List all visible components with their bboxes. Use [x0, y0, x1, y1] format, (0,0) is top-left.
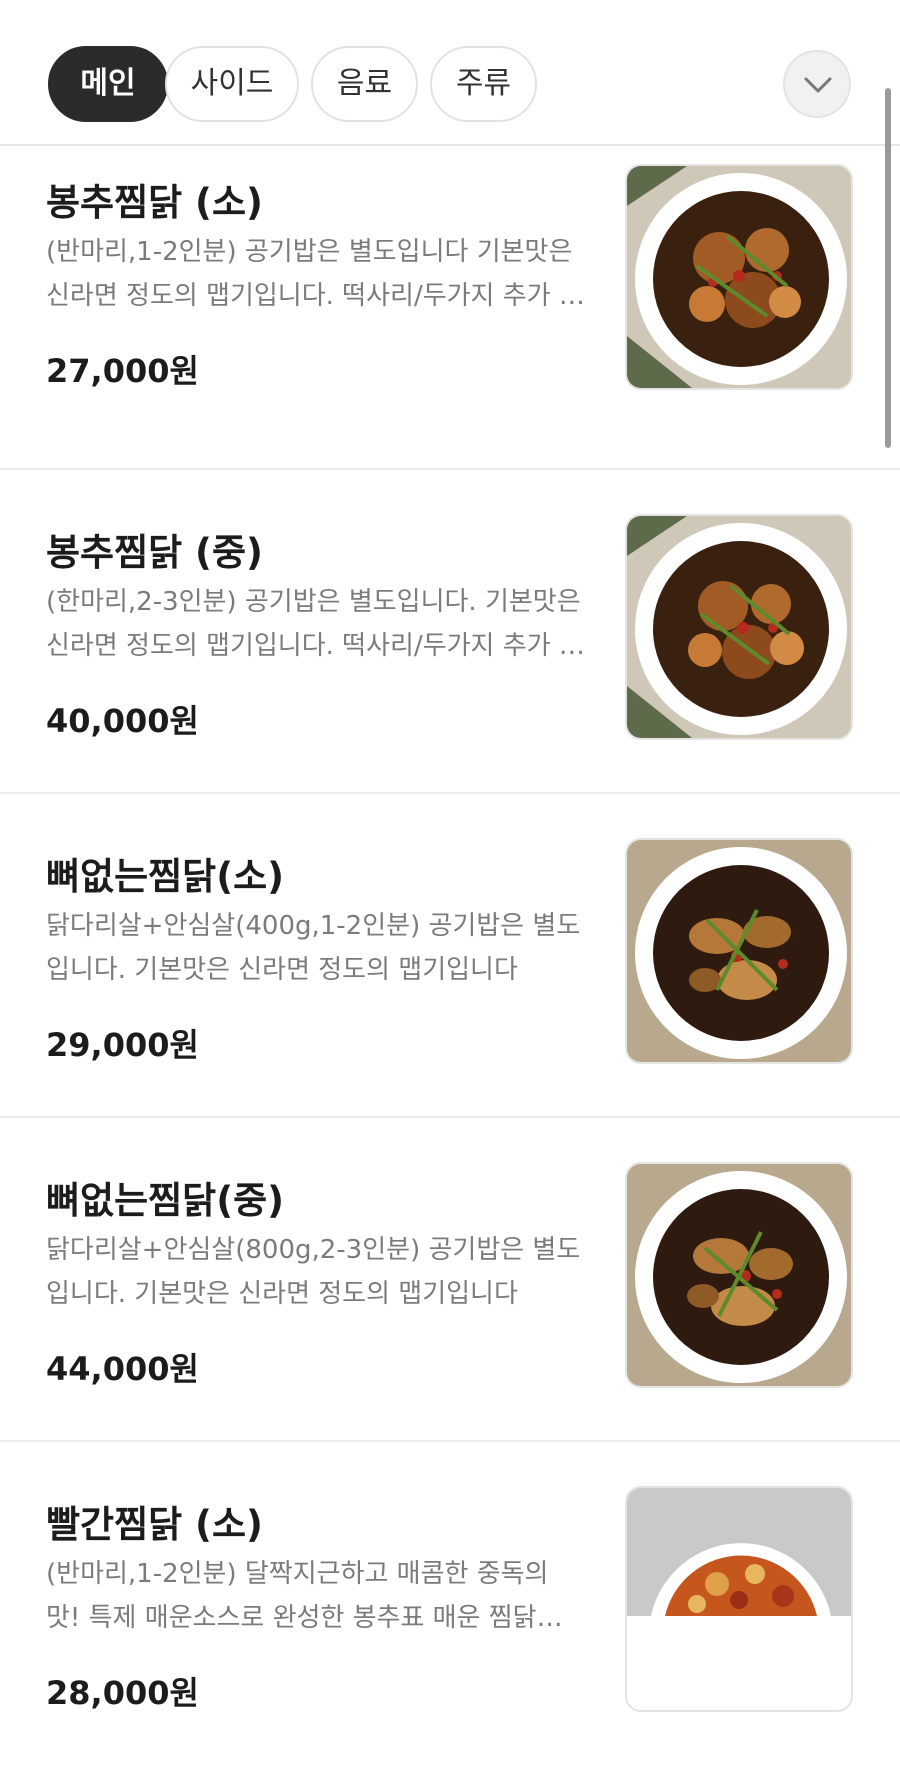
menu-item[interactable]: 봉추찜닭 (소) (반마리,1-2인분) 공기밥은 별도입니다 기본맛은 신라면…: [0, 146, 900, 470]
menu-item-photo: [625, 164, 853, 390]
category-tab-bar: 메인 사이드 음료 주류: [0, 0, 900, 146]
menu-item-price: 44,000원: [46, 1350, 199, 1388]
tab-alcohol[interactable]: 주류: [430, 46, 537, 122]
menu-item-photo: [625, 1486, 853, 1712]
menu-item-price: 40,000원: [46, 702, 199, 740]
chevron-down-icon: [804, 77, 832, 93]
expand-categories-button[interactable]: [783, 50, 851, 118]
menu-list: 봉추찜닭 (소) (반마리,1-2인분) 공기밥은 별도입니다 기본맛은 신라면…: [0, 146, 900, 1766]
menu-item-price: 28,000원: [46, 1674, 199, 1712]
tab-drinks[interactable]: 음료: [311, 46, 418, 122]
menu-item-description: (반마리,1-2인분) 공기밥은 별도입니다 기본맛은 신라면 정도의 맵기입니…: [46, 237, 583, 311]
menu-item-name: 봉추찜닭 (소): [46, 181, 263, 224]
scrollbar[interactable]: [885, 88, 891, 448]
menu-item-name: 빨간찜닭 (소): [46, 1503, 263, 1546]
menu-item-description: (반마리,1-2인분) 달짝지근하고 매콤한 중독의 맛! 특제 매운소스로 완…: [46, 1559, 585, 1633]
menu-item-description: 닭다리살+안심살(400g,1-2인분) 공기밥은 별도입니다. 기본맛은 신라…: [46, 911, 581, 985]
menu-item-name: 뼈없는찜닭(중): [46, 1179, 285, 1222]
menu-item-name: 뼈없는찜닭(소): [46, 855, 285, 898]
menu-item-description: (한마리,2-3인분) 공기밥은 별도입니다. 기본맛은 신라면 정도의 맵기입…: [46, 587, 583, 661]
menu-item-name: 봉추찜닭 (중): [46, 531, 263, 574]
menu-item-description: 닭다리살+안심살(800g,2-3인분) 공기밥은 별도입니다. 기본맛은 신라…: [46, 1235, 581, 1309]
menu-item[interactable]: 봉추찜닭 (중) (한마리,2-3인분) 공기밥은 별도입니다. 기본맛은 신라…: [0, 470, 900, 794]
menu-item[interactable]: 빨간찜닭 (소) (반마리,1-2인분) 달짝지근하고 매콤한 중독의 맛! 특…: [0, 1442, 900, 1766]
menu-item-photo: [625, 514, 853, 740]
menu-item-price: 29,000원: [46, 1026, 199, 1064]
tab-side[interactable]: 사이드: [165, 46, 299, 122]
tab-main[interactable]: 메인: [48, 46, 168, 122]
menu-item[interactable]: 뼈없는찜닭(소) 닭다리살+안심살(400g,1-2인분) 공기밥은 별도입니다…: [0, 794, 900, 1118]
menu-item-price: 27,000원: [46, 352, 199, 390]
menu-item-photo: [625, 838, 853, 1064]
menu-item[interactable]: 뼈없는찜닭(중) 닭다리살+안심살(800g,2-3인분) 공기밥은 별도입니다…: [0, 1118, 900, 1442]
menu-item-photo: [625, 1162, 853, 1388]
